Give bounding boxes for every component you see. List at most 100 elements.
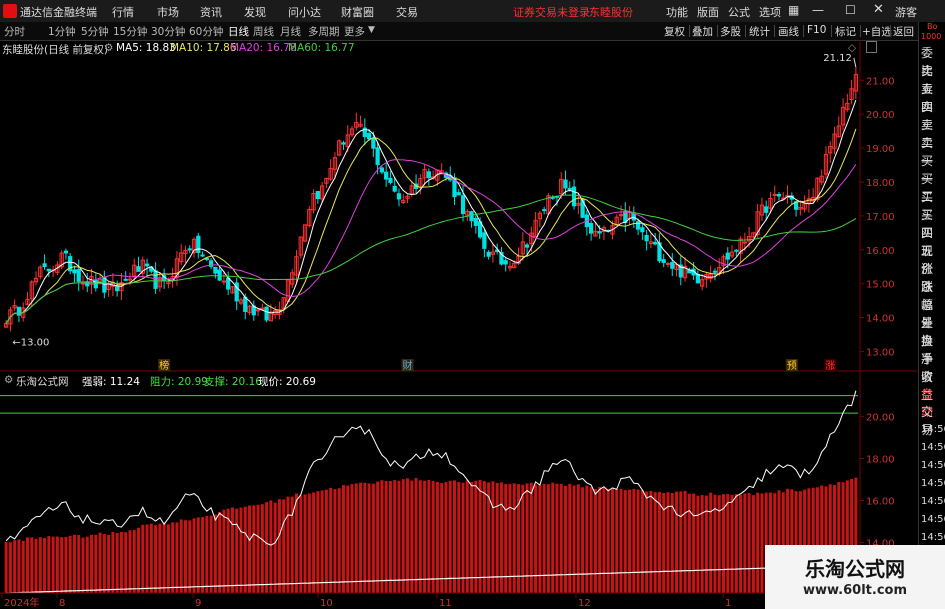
tab-30min[interactable]: 30分钟: [151, 24, 185, 39]
strength-bar: [252, 505, 256, 593]
strength-bar: [43, 537, 47, 593]
strength-bar: [726, 493, 730, 593]
candle-body: [196, 235, 201, 253]
candle-body: [644, 234, 649, 242]
candle-body: [153, 270, 158, 289]
toolbar-divider: [831, 25, 832, 37]
minimize-icon[interactable]: —: [812, 3, 824, 17]
strength-bar: [188, 520, 192, 593]
btn-tongji[interactable]: 统计: [749, 24, 770, 39]
btn-biaoji[interactable]: 标记: [835, 24, 856, 39]
strength-bar: [141, 524, 145, 593]
strength-bar: [218, 511, 222, 593]
btn-huaxian[interactable]: 画线: [778, 24, 799, 39]
candle-body: [226, 277, 231, 290]
more-dropdown-icon[interactable]: ▼: [368, 25, 375, 35]
strength-bar: [435, 481, 439, 593]
skin-icon[interactable]: ▦: [788, 3, 799, 17]
strength-bar: [158, 523, 162, 593]
strength-bar: [277, 499, 281, 593]
tab-monthly[interactable]: 月线: [280, 24, 301, 39]
candle-body: [341, 142, 346, 145]
strength-bar: [371, 483, 375, 593]
strength-bar: [401, 479, 405, 593]
strength-bar: [431, 481, 435, 593]
candle-body: [375, 147, 380, 165]
toolbar-divider: [803, 25, 804, 37]
strength-bar: [337, 488, 341, 593]
y-tick-label: 13.00: [866, 347, 895, 358]
strength-bar: [380, 480, 384, 593]
btn-fuquan[interactable]: 复权: [664, 24, 685, 39]
strength-bar: [145, 524, 149, 593]
guest-label[interactable]: 游客: [895, 4, 917, 20]
strength-bar: [423, 480, 427, 593]
candle-body: [388, 177, 393, 183]
btn-diejia[interactable]: 叠加: [692, 24, 713, 39]
strength-bar: [303, 494, 307, 593]
strength-bar: [623, 490, 627, 593]
trade-time-label: 14:56: [921, 460, 945, 471]
menu-hangqing[interactable]: 行情: [112, 4, 134, 20]
candle-body: [665, 262, 671, 265]
strength-bar: [273, 502, 277, 593]
tab-multi-period[interactable]: 多周期: [308, 24, 340, 39]
strength-bar: [299, 495, 303, 593]
login-notice[interactable]: 证券交易未登录: [513, 4, 590, 20]
menu-wenxiaoda[interactable]: 问小达: [288, 4, 321, 20]
strength-bar: [307, 493, 311, 593]
strength-bar: [610, 487, 614, 593]
tab-1min[interactable]: 1分钟: [48, 24, 76, 39]
candle-body: [776, 194, 782, 197]
x-tick-label: 9: [195, 598, 201, 609]
strength-bar: [13, 540, 17, 593]
menu-xuanxiang[interactable]: 选项: [759, 4, 781, 20]
tab-weekly[interactable]: 周线: [253, 24, 274, 39]
candle-body: [653, 241, 658, 245]
strength-bar: [312, 492, 316, 593]
strength-bar: [645, 491, 649, 593]
menu-banmian[interactable]: 版面: [697, 4, 719, 20]
tab-daily[interactable]: 日线: [228, 24, 249, 39]
strength-bar: [333, 489, 337, 593]
strength-bar: [94, 534, 98, 593]
menu-faxian[interactable]: 发现: [244, 4, 266, 20]
btn-add-watchlist[interactable]: +自选: [862, 24, 892, 39]
tab-fenshi[interactable]: 分时: [4, 24, 25, 39]
menu-shichang[interactable]: 市场: [157, 4, 179, 20]
candle-body: [217, 269, 222, 281]
watermark-title: 乐淘公式网: [805, 557, 905, 581]
tab-60min[interactable]: 60分钟: [189, 24, 223, 39]
menu-caifuquan[interactable]: 财富圈: [341, 4, 374, 20]
maximize-icon[interactable]: ☐: [845, 3, 856, 17]
close-icon[interactable]: ✕: [873, 2, 884, 17]
quote-side-panel: Bo 1000 委比 卖五 卖四 卖三 卖二 卖一 买一 买二 买三 买四 买五 现价 涨跌 涨幅 总量 外盘…: [918, 22, 945, 609]
kline-chart[interactable]: 21.00 20.00 19.00 18.00 17.00 16.00 15.00 14.00…: [0, 40, 918, 609]
toolbar-divider: [860, 25, 861, 37]
trade-time-label: 14:56: [921, 478, 945, 489]
candle-body: [384, 171, 389, 180]
strength-bar: [320, 490, 324, 593]
menu-zixun[interactable]: 资讯: [200, 4, 222, 20]
menu-jiaoyi[interactable]: 交易: [396, 4, 418, 20]
btn-back[interactable]: 返回: [893, 24, 914, 39]
strength-bar: [709, 492, 713, 593]
strength-bar: [282, 499, 286, 593]
app-name: 通达信金融终端: [20, 6, 97, 19]
tab-more[interactable]: 更多: [344, 24, 365, 39]
y-tick-label: 18.00: [866, 454, 895, 465]
btn-f10[interactable]: F10: [807, 24, 826, 36]
candle-body: [144, 263, 150, 267]
strength-bar: [615, 488, 619, 593]
menu-gongshi[interactable]: 公式: [728, 4, 750, 20]
tab-5min[interactable]: 5分钟: [81, 24, 109, 39]
strength-bar: [619, 488, 623, 593]
btn-duogu[interactable]: 多股: [720, 24, 741, 39]
candle-body: [764, 206, 769, 213]
strength-bar: [470, 481, 474, 593]
y-tick-label: 16.00: [866, 246, 895, 257]
menu-gongneng[interactable]: 功能: [666, 4, 688, 20]
tab-15min[interactable]: 15分钟: [113, 24, 147, 39]
strength-bar: [256, 504, 260, 593]
strength-bar: [230, 507, 234, 593]
